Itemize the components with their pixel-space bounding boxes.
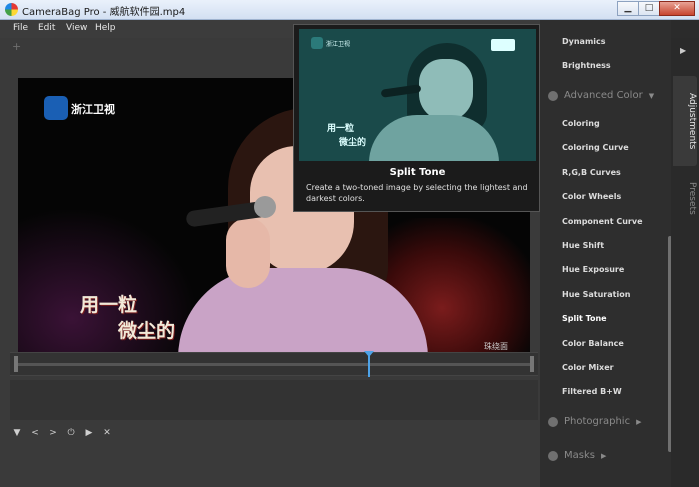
timeline-start-handle[interactable] [14,356,18,372]
adjustment-color-balance[interactable]: Color Balance [562,339,624,348]
adjustment-coloring[interactable]: Coloring [562,119,600,128]
play-icon[interactable]: ▶ [82,426,96,440]
adjustment-dynamics[interactable]: Dynamics [562,37,606,46]
channel-name: 浙江卫视 [71,103,115,116]
maximize-button[interactable]: □ [638,1,660,16]
adjustment-color-wheels[interactable]: Color Wheels [562,192,621,201]
collapse-panel-icon[interactable]: ▶ [680,46,686,55]
section-masks[interactable]: Masks ▶ [548,450,606,461]
channel-logo-icon [44,96,68,120]
menu-help[interactable]: Help [95,23,116,33]
preview-lyric-line-2: 微尘的 [339,138,367,148]
section-label: Advanced Color [564,90,643,101]
next-icon[interactable]: > [46,426,60,440]
previous-icon[interactable]: < [28,426,42,440]
app-logo-icon [5,3,18,16]
section-photographic[interactable]: Photographic ▶ [548,416,641,427]
tab-presets[interactable]: Presets [673,168,697,228]
section-advanced-color[interactable]: Advanced Color ▼ [548,90,654,101]
window-controls: ▁ □ ✕ [617,1,695,16]
menu-view[interactable]: View [66,23,87,33]
microphone-head [254,196,276,218]
section-label: Masks [564,450,595,461]
adjustment-color-mixer[interactable]: Color Mixer [562,363,614,372]
tab-adjustments[interactable]: Adjustments [673,76,697,166]
timeline-end-handle[interactable] [530,356,534,372]
adjustment-hue-saturation[interactable]: Hue Saturation [562,290,630,299]
tooltip-description: Create a two-toned image by selecting th… [306,183,528,203]
adjustment-component-curve[interactable]: Component Curve [562,217,643,226]
timeline[interactable] [10,351,538,377]
preview-badge-icon [491,39,515,51]
side-tab-bar: ▶ Adjustments Presets [671,38,699,487]
adjustment-coloring-curve[interactable]: Coloring Curve [562,143,629,152]
window-title: CameraBag Pro - 威航软件园.mp4 [22,7,186,18]
section-label: Photographic [564,416,631,427]
adjustment-rgb-curves[interactable]: R,G,B Curves [562,168,621,177]
timeline-track[interactable] [18,363,530,366]
camera-icon [548,416,558,427]
color-drop-icon [548,90,558,101]
remove-icon[interactable]: ✕ [100,426,114,440]
playhead-marker-icon[interactable] [364,351,374,357]
preview-lyric-line-1: 用一粒 [327,124,355,134]
lyric-line-1: 用一粒 [80,294,138,316]
tooltip-title: Split Tone [389,167,446,178]
video-watermark: 珠绕面 [484,342,508,351]
title-bar: CameraBag Pro - 威航软件园.mp4 ▁ □ ✕ [0,0,699,20]
adjustment-tooltip: 浙江卫视 用一粒 微尘的 Split Tone Create a two-ton… [293,24,540,212]
adjustment-hue-exposure[interactable]: Hue Exposure [562,265,624,274]
chevron-down-icon: ▼ [648,91,655,100]
power-icon[interactable]: ⏻ [64,426,78,440]
close-button[interactable]: ✕ [659,1,695,16]
adjustment-split-tone[interactable]: Split Tone [562,314,607,323]
chevron-right-icon: ▶ [600,451,607,460]
menu-edit[interactable]: Edit [38,23,55,33]
playback-controls: ▼ < > ⏻ ▶ ✕ [10,426,114,440]
adjustment-brightness[interactable]: Brightness [562,61,611,70]
singer-hand [226,218,270,288]
add-icon[interactable]: + [12,40,21,53]
adjustments-panel: Dynamics Brightness Advanced Color ▼ Col… [540,20,671,487]
adjustment-hue-shift[interactable]: Hue Shift [562,241,604,250]
lyric-line-2: 微尘的 [118,320,176,342]
preview-channel-name: 浙江卫视 [326,41,351,48]
minimize-button[interactable]: ▁ [617,1,639,16]
adjustment-filtered-bw[interactable]: Filtered B+W [562,387,622,396]
preview-channel-logo-icon [311,37,323,49]
dropdown-icon[interactable]: ▼ [10,426,24,440]
menu-file[interactable]: File [13,23,28,33]
preview-face [419,59,473,121]
tooltip-preview-image: 浙江卫视 用一粒 微尘的 [299,29,536,161]
chevron-right-icon: ▶ [636,417,642,426]
mask-icon [548,450,558,461]
layer-panel [10,380,538,420]
